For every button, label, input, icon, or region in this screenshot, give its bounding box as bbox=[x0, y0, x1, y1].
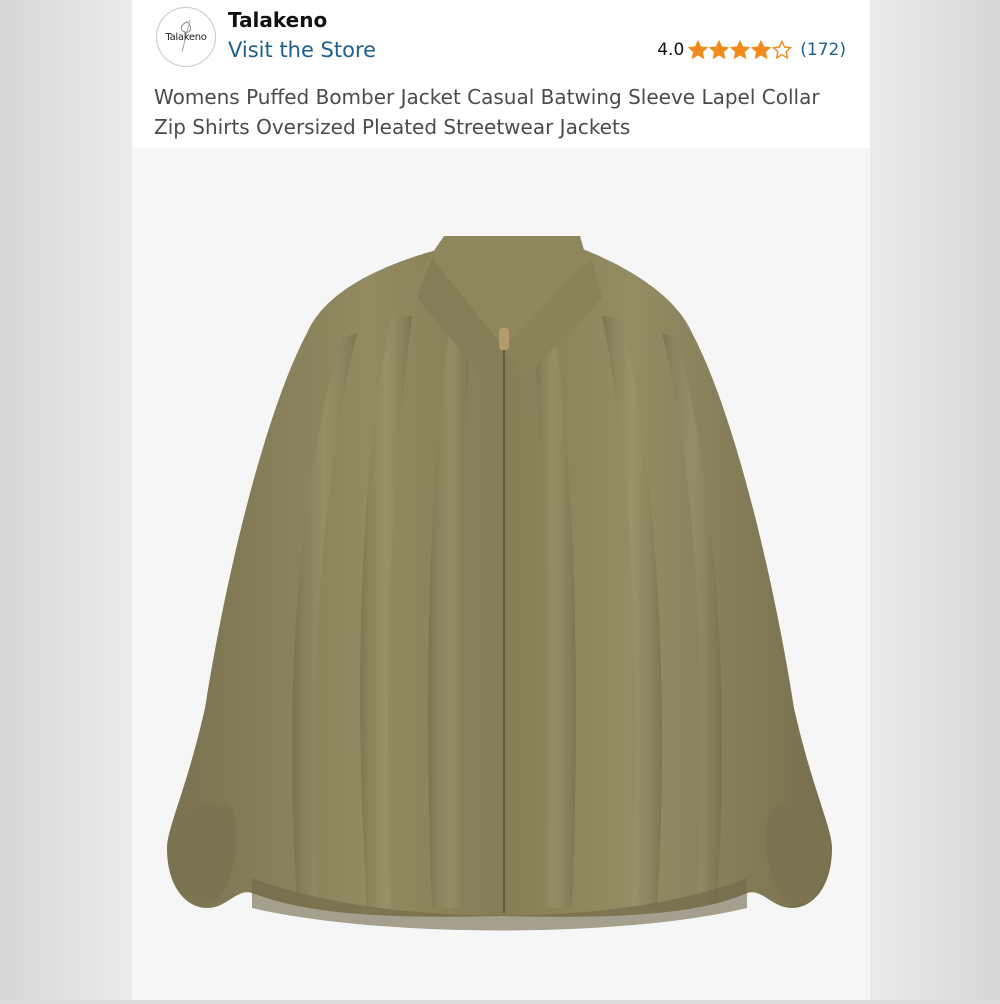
star-rating[interactable] bbox=[688, 40, 793, 60]
brand-name: Talakeno bbox=[228, 8, 328, 32]
logo-text: Talakeno bbox=[165, 31, 207, 43]
jacket-image bbox=[167, 236, 832, 931]
rating-value: 4.0 bbox=[657, 40, 685, 60]
rating-count-link[interactable]: (172) bbox=[800, 40, 846, 60]
star-filled-icon bbox=[688, 40, 709, 60]
product-card: Talakeno Talakeno Visit the Store 4.0 (1… bbox=[132, 0, 870, 1000]
product-title[interactable]: Womens Puffed Bomber Jacket Casual Batwi… bbox=[154, 82, 854, 142]
star-filled-icon bbox=[730, 40, 751, 60]
star-filled-icon bbox=[709, 40, 730, 60]
star-empty-icon bbox=[772, 40, 793, 60]
visit-store-link[interactable]: Visit the Store bbox=[228, 38, 376, 62]
background-right bbox=[868, 0, 1000, 1000]
star-filled-icon bbox=[751, 40, 772, 60]
background-left bbox=[0, 0, 132, 1000]
product-image[interactable] bbox=[132, 148, 870, 1000]
store-logo[interactable]: Talakeno bbox=[156, 7, 216, 67]
product-header: Talakeno Talakeno Visit the Store 4.0 (1… bbox=[132, 0, 870, 148]
rating-summary[interactable]: 4.0 (172) bbox=[657, 40, 846, 60]
